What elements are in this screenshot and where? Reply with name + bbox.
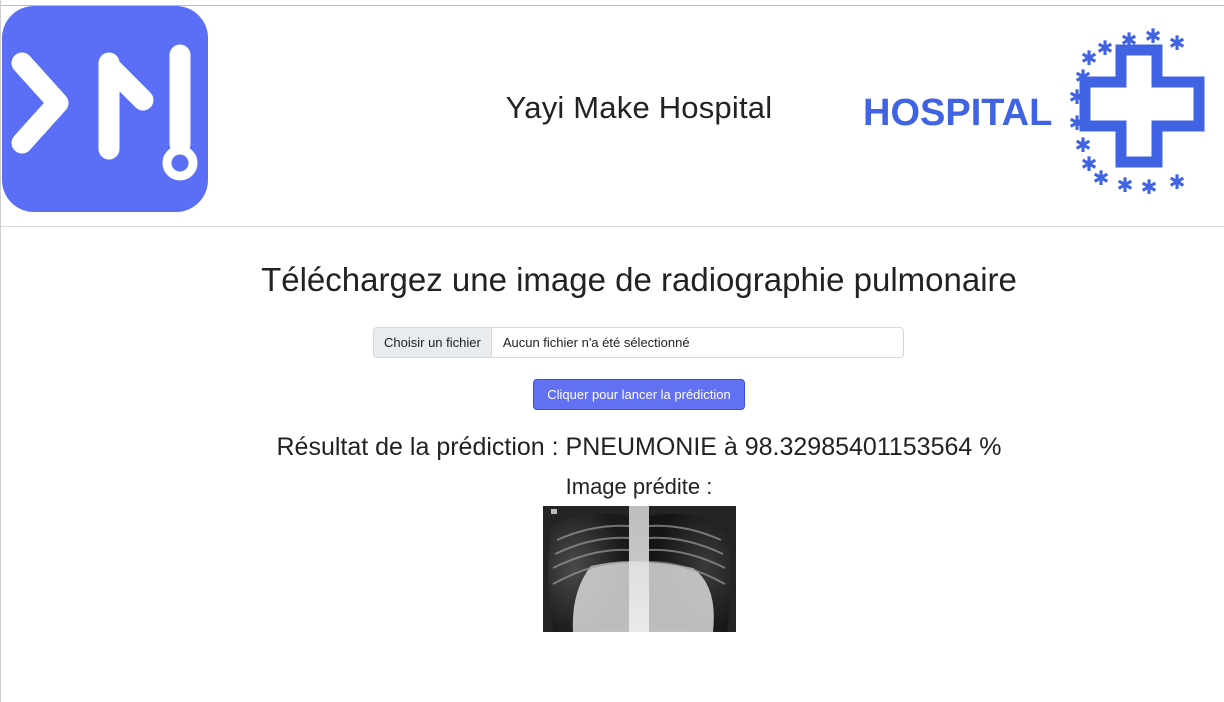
svg-text:✱: ✱ — [1093, 166, 1110, 190]
page-header: Yayi Make Hospital ✱ ✱ ✱ ✱ ✱ ✱ ✱ ✱ ✱ ✱ ✱… — [1, 6, 1224, 227]
upload-heading: Téléchargez une image de radiographie pu… — [261, 261, 1017, 298]
choose-file-button[interactable]: Choisir un fichier — [374, 328, 492, 357]
svg-text:✱: ✱ — [1169, 31, 1186, 55]
file-status-text: Aucun fichier n'a été sélectionné — [502, 335, 690, 350]
file-input[interactable]: Choisir un fichier Aucun fichier n'a été… — [373, 327, 904, 358]
prediction-result: Résultat de la prédiction : PNEUMONIE à … — [276, 433, 1002, 461]
hospital-logo-text: HOSPITAL — [863, 92, 1053, 134]
svg-text:✱: ✱ — [1121, 28, 1138, 52]
svg-text:✱: ✱ — [1097, 36, 1114, 60]
hospital-logo: ✱ ✱ ✱ ✱ ✱ ✱ ✱ ✱ ✱ ✱ ✱ ✱ ✱ ✱ HOSPITAL — [859, 24, 1215, 204]
chest-xray-image — [543, 506, 736, 632]
predict-button[interactable]: Cliquer pour lancer la prédiction — [533, 379, 745, 410]
svg-text:✱: ✱ — [1141, 175, 1158, 199]
predicted-image-label: Image prédite : — [565, 474, 713, 499]
svg-text:✱: ✱ — [1069, 111, 1086, 135]
svg-text:✱: ✱ — [1145, 24, 1162, 48]
svg-text:✱: ✱ — [1117, 173, 1134, 197]
svg-text:✱: ✱ — [1169, 170, 1186, 194]
svg-text:✱: ✱ — [1069, 85, 1086, 109]
